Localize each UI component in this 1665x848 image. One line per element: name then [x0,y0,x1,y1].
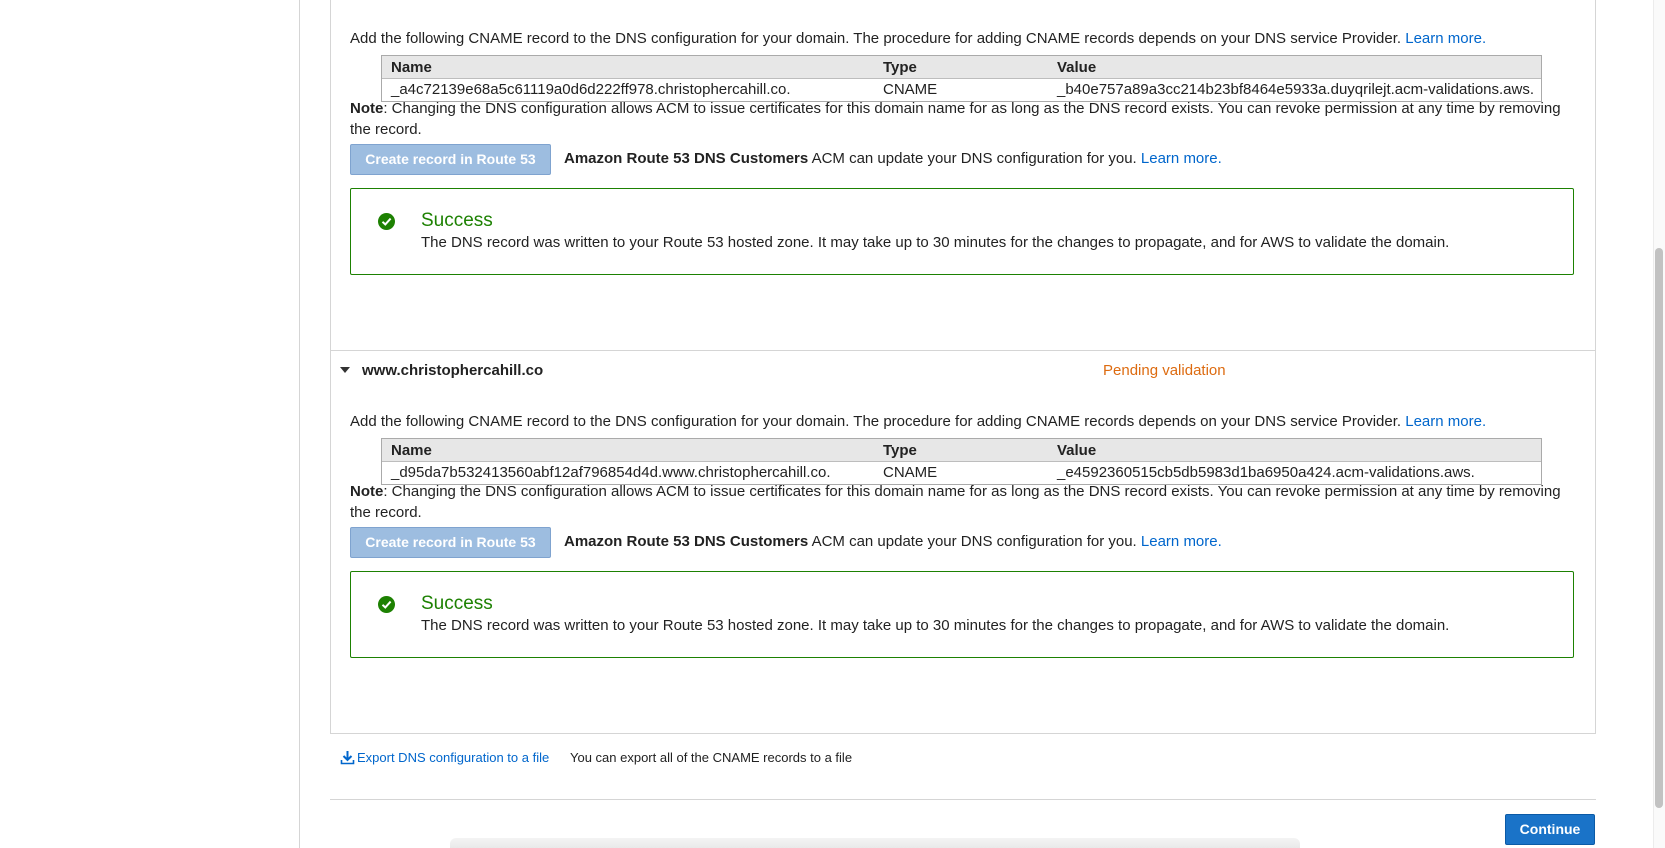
route53-customers-label: Amazon Route 53 DNS Customers [564,533,809,550]
learn-more-link[interactable]: Learn more. [1141,533,1222,550]
create-record-route53-button[interactable]: Create record in Route 53 [350,144,551,175]
note-text: : Changing the DNS configuration allows … [350,483,1561,521]
learn-more-link[interactable]: Learn more. [1405,30,1486,47]
instruction-text: Add the following CNAME record to the DN… [350,413,1402,430]
download-icon [340,751,355,765]
learn-more-link[interactable]: Learn more. [1405,413,1486,430]
column-header-name: Name [391,442,432,459]
route53-description: Amazon Route 53 DNS Customers ACM can up… [564,150,1222,168]
check-circle-icon [378,596,395,613]
cname-instruction: Add the following CNAME record to the DN… [350,413,1486,431]
table-header: Name Type Value [382,56,1541,79]
left-navigation-pane [0,0,300,848]
cname-instruction: Add the following CNAME record to the DN… [350,30,1486,48]
success-message: The DNS record was written to your Route… [421,234,1450,251]
create-record-route53-button[interactable]: Create record in Route 53 [350,527,551,558]
caret-down-icon[interactable] [340,367,350,373]
note-label: Note [350,100,384,117]
export-hint: You can export all of the CNAME records … [570,750,853,765]
export-dns-link[interactable]: Export DNS configuration to a file [340,748,549,768]
cname-record-table: Name Type Value _d95da7b532413560abf12af… [381,438,1542,485]
validation-status: Pending validation [1103,362,1226,379]
success-title: Success [421,210,493,231]
column-header-type: Type [883,59,917,76]
column-header-type: Type [883,442,917,459]
success-alert: Success The DNS record was written to yo… [350,188,1574,275]
column-header-value: Value [1057,442,1097,459]
route53-customers-label: Amazon Route 53 DNS Customers [564,150,809,167]
route53-description: Amazon Route 53 DNS Customers ACM can up… [564,533,1222,551]
scrollbar-thumb[interactable] [1655,248,1663,808]
footer-divider [330,799,1596,800]
success-message: The DNS record was written to your Route… [421,617,1450,634]
column-header-value: Value [1057,59,1097,76]
note-text: : Changing the DNS configuration allows … [350,100,1561,138]
learn-more-link[interactable]: Learn more. [1141,150,1222,167]
continue-button[interactable]: Continue [1505,814,1595,845]
bottom-shadow-bar [450,838,1300,848]
vertical-scrollbar[interactable] [1653,0,1665,848]
route53-text: ACM can update your DNS configuration fo… [811,150,1137,167]
table-header: Name Type Value [382,439,1541,462]
column-header-name: Name [391,59,432,76]
route53-text: ACM can update your DNS configuration fo… [811,533,1137,550]
domain-row-www[interactable]: www.christophercahill.co Pending validat… [330,358,1596,384]
note-label: Note [350,483,384,500]
instruction-text: Add the following CNAME record to the DN… [350,30,1402,47]
success-title: Success [421,593,493,614]
domain-name[interactable]: www.christophercahill.co [362,361,543,381]
check-circle-icon [378,213,395,230]
export-link-label[interactable]: Export DNS configuration to a file [357,750,549,765]
cname-record-table: Name Type Value _a4c72139e68a5c61119a0d6… [381,55,1542,102]
section-divider [330,350,1596,351]
success-alert: Success The DNS record was written to yo… [350,571,1574,658]
